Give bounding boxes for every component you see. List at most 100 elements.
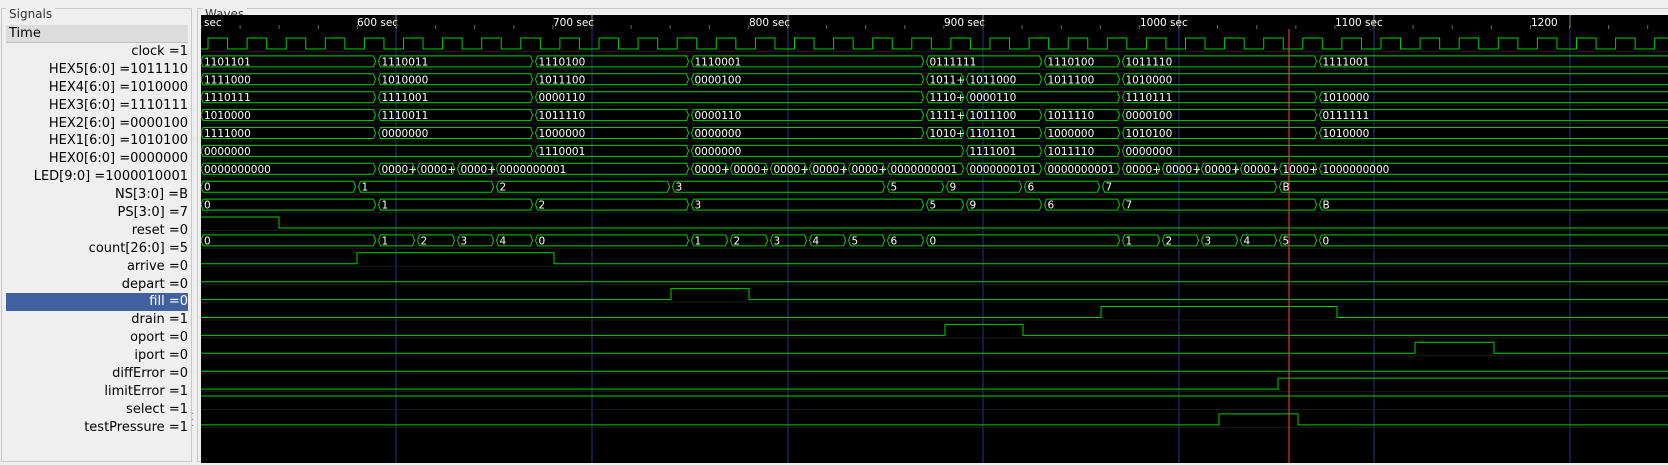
- bus-value-label: 2: [500, 182, 507, 194]
- bus-value-label: 3: [461, 235, 468, 247]
- bus-value-label: 0: [204, 235, 211, 247]
- waveform-viewer[interactable]: sec 600 sec 700 sec 800 sec 900 sec 1000 sec 1…: [201, 15, 1668, 463]
- bus-segment-shape: [377, 198, 534, 211]
- bus-segment: 1111000: [201, 73, 377, 86]
- bus-value-label: 1011110: [1048, 146, 1095, 158]
- bus-segment-shape: [1318, 127, 1668, 139]
- signal-row-hex5[interactable]: HEX5[6:0] =1011110: [6, 61, 188, 79]
- signal-row-count[interactable]: count[26:0] =5: [6, 240, 188, 258]
- bus-value-label: 1000000: [539, 128, 586, 140]
- bus-segment: 0111111: [925, 55, 1043, 68]
- time-tick-label: sec: [204, 17, 222, 29]
- bus-value-label: 1111001: [970, 146, 1017, 158]
- bit-wave: [201, 413, 1668, 426]
- signal-row-hex3[interactable]: HEX3[6:0] =1110111: [6, 97, 188, 115]
- bus-segment: 1011100: [1043, 73, 1121, 86]
- signal-name: HEX5[6:0]: [48, 61, 116, 77]
- bus-value-label: 0000100: [695, 74, 742, 86]
- bus-value-label: 5: [1283, 235, 1290, 247]
- signal-row-ps[interactable]: PS[3:0] =7: [6, 204, 188, 222]
- signal-name: clock: [131, 44, 165, 59]
- signal-row-hex2[interactable]: HEX2[6:0] =0000100: [6, 115, 188, 133]
- bus-segment: 1110111: [1121, 91, 1318, 104]
- wave-row-led: 0000000000 0000+ 0000+ 0000+ 0000000001 0000+…: [201, 162, 1668, 178]
- bus-value-label: 0000100: [1126, 110, 1173, 122]
- bus-value-label: 1110111: [1126, 92, 1173, 104]
- signal-row-differror[interactable]: diffError =0: [6, 365, 188, 383]
- wave-row-drain: [201, 306, 1668, 321]
- bus-value-label: 0000000101: [970, 164, 1037, 176]
- signal-row-select[interactable]: select =1: [6, 401, 188, 419]
- bus-value-label: 1010000: [382, 74, 429, 86]
- bus-segment: 1010+: [925, 127, 966, 140]
- bus-value-label: 0000000: [695, 128, 742, 140]
- signal-row-hex0[interactable]: HEX0[6:0] =0000000: [6, 150, 188, 168]
- bus-value-label: 2: [734, 235, 741, 247]
- bus-value-label: 7: [1106, 182, 1113, 194]
- time-tick-label: 900 sec: [944, 17, 985, 29]
- signal-row-iport[interactable]: iport =0: [6, 347, 188, 365]
- signal-row-depart[interactable]: depart =0: [6, 276, 188, 294]
- signal-row-testpressure[interactable]: testPressure =1: [6, 419, 188, 437]
- bit-wave: [201, 341, 1668, 354]
- signal-row-fill[interactable]: fill =0: [6, 293, 188, 312]
- bus-segment: 6: [1023, 180, 1101, 194]
- bus-value-label: 1011100: [1048, 74, 1095, 86]
- signal-value: 1011110: [130, 61, 188, 77]
- bus-segment: 1110001: [690, 55, 925, 68]
- time-tick-label: 800 sec: [749, 17, 790, 29]
- bus-segment: 1011100: [965, 109, 1043, 122]
- bus-value-label: 5: [891, 182, 898, 194]
- bus-value-label: 1111001: [1323, 56, 1370, 68]
- bus-value-label: 1010100: [1126, 128, 1173, 140]
- panel-splitter-handle[interactable]: · · ·: [191, 410, 194, 432]
- bus-value-label: 1011100: [539, 74, 586, 86]
- bus-value-label: 0: [204, 200, 211, 212]
- signal-name: HEX3[6:0]: [48, 97, 116, 113]
- signal-row-hex4[interactable]: HEX4[6:0] =1010000: [6, 79, 188, 97]
- bus-value-label: 9: [970, 200, 977, 212]
- time-header[interactable]: Time: [6, 25, 188, 43]
- signal-row-led[interactable]: LED[9:0] =1000010001: [6, 168, 188, 186]
- signal-equals: =: [115, 115, 131, 131]
- bus-value-label: 5: [852, 235, 859, 247]
- bus-segment: 1011+: [925, 73, 965, 86]
- bus-value-label: 1111+: [930, 110, 966, 122]
- bus-value-label: 1110+: [930, 92, 966, 104]
- signal-row-reset[interactable]: reset =0: [6, 222, 188, 240]
- bus-value-label: 1: [382, 200, 389, 212]
- signal-value: 0: [179, 258, 188, 274]
- bus-value-label: 0000110: [539, 92, 586, 104]
- signal-equals: =: [164, 419, 180, 435]
- bus-segment: 1011110: [1121, 55, 1318, 68]
- bus-segment: 1111+: [925, 109, 966, 122]
- bus-value-label: 1111001: [382, 92, 429, 104]
- signal-row-arrive[interactable]: arrive =0: [6, 258, 188, 276]
- bus-value-label: 1111000: [204, 128, 251, 140]
- bus-value-label: 0: [930, 235, 937, 247]
- bus-segment-shape: [965, 198, 1043, 211]
- bus-value-label: 0000000001: [1048, 164, 1115, 176]
- signal-row-oport[interactable]: oport =0: [6, 329, 188, 347]
- bus-value-label: 1101101: [204, 56, 251, 68]
- bus-value-label: 0000110: [970, 92, 1017, 104]
- bus-value-label: 1010+: [930, 128, 966, 140]
- bus-value-label: 1: [362, 182, 369, 194]
- signal-value: 1: [179, 383, 188, 399]
- signal-row-limiterror[interactable]: limitError =1: [6, 383, 188, 401]
- signal-row-ns[interactable]: NS[3:0] =B: [6, 186, 188, 204]
- waveform-canvas[interactable]: sec 600 sec 700 sec 800 sec 900 sec 1000 sec 1…: [201, 15, 1668, 463]
- signal-name: LED[9:0]: [33, 169, 91, 185]
- signal-row-hex1[interactable]: HEX1[6:0] =1010100: [6, 132, 188, 150]
- bus-value-label: 3: [1205, 235, 1212, 247]
- signal-row-clock[interactable]: clock =1: [6, 43, 188, 61]
- bus-segment-shape: [534, 91, 925, 104]
- bus-segment-shape: [671, 180, 886, 193]
- bus-segment: 0: [925, 234, 1121, 247]
- time-tick-label: 1100 sec: [1335, 17, 1383, 29]
- bus-value-label: 0000000000: [204, 164, 271, 176]
- bit-wave: [201, 252, 1668, 265]
- bus-segment: 0: [534, 234, 690, 247]
- bus-segment: 5: [925, 198, 965, 212]
- signal-row-drain[interactable]: drain =1: [6, 311, 188, 329]
